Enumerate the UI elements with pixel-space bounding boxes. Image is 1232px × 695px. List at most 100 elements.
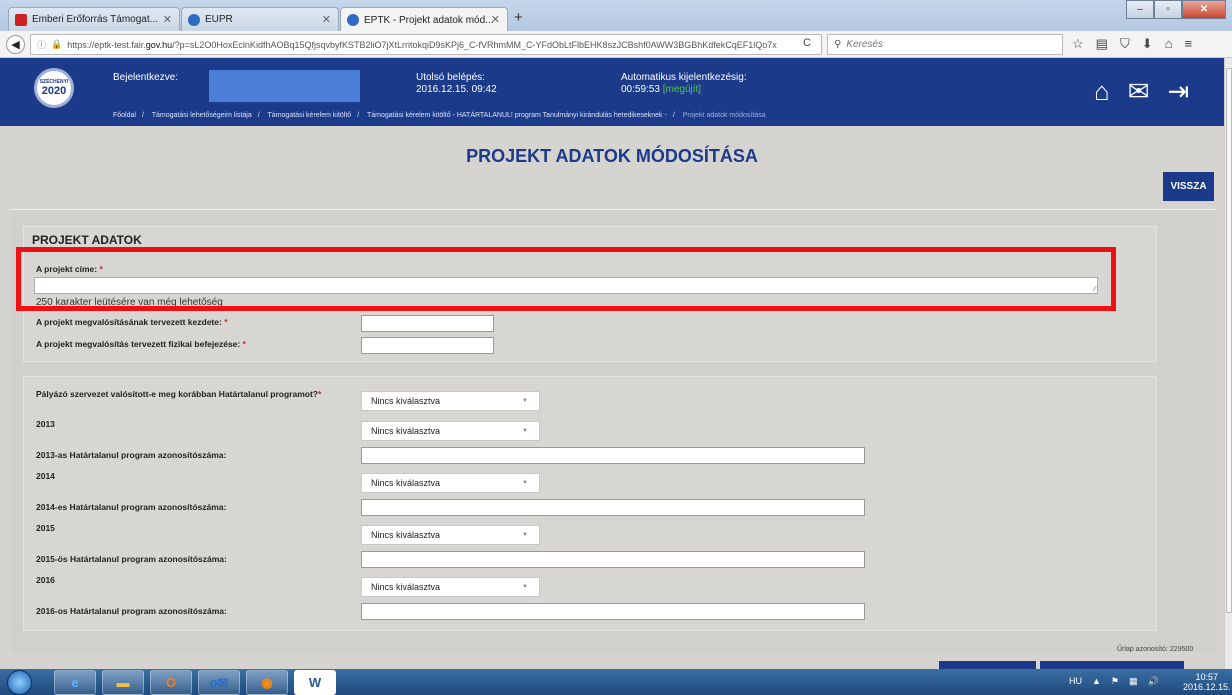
close-tab-icon[interactable]: ✕ <box>491 13 500 26</box>
header-icons: ⌂ ✉ ⇥ <box>1094 78 1189 104</box>
bottom-action-button-2[interactable] <box>1040 661 1184 669</box>
highlight-annotation-box <box>16 247 1116 311</box>
volume-icon[interactable]: 🔊 <box>1148 676 1159 687</box>
location-pin-icon <box>188 13 200 26</box>
search-icon: ⚲ <box>834 39 842 50</box>
year-2016-label: 2016 <box>36 575 55 585</box>
clock-date: 2016.12.15. <box>1183 682 1231 692</box>
user-name-redacted <box>209 70 360 102</box>
page-scrollbar[interactable] <box>1224 58 1232 669</box>
year-2013-select[interactable]: Nincs kiválasztva ▼ <box>361 421 540 441</box>
prev-program-label: Pályázó szervezet valósított-e meg koráb… <box>36 389 322 399</box>
search-placeholder: Keresés <box>846 39 884 50</box>
last-login-label: Utolsó belépés: <box>416 72 485 83</box>
breadcrumb-program[interactable]: Támogatási kérelem kitöltő - HATÁRTALANU… <box>367 112 667 119</box>
outlook-icon[interactable]: O <box>150 670 192 695</box>
dropdown-arrow-icon: ▼ <box>522 428 528 434</box>
year-2015-select[interactable]: Nincs kiválasztva ▼ <box>361 525 540 545</box>
page-title: PROJEKT ADATOK MÓDOSÍTÁSA <box>466 146 758 166</box>
auto-logout-info: Automatikus kijelentkezésig: 00:59:53 [m… <box>621 72 747 96</box>
scrollbar-thumb[interactable] <box>1226 68 1232 613</box>
form-id: Űrlap azonosító: 229500 <box>1117 646 1194 653</box>
reload-icon[interactable]: C <box>803 37 811 49</box>
location-pin-icon <box>347 14 359 26</box>
bottom-action-button[interactable] <box>939 661 1036 669</box>
last-login-value: 2016.12.15. 09:42 <box>416 84 497 95</box>
year-2014-label: 2014 <box>36 471 55 481</box>
tray-expand-icon[interactable]: ▲ <box>1092 676 1101 687</box>
id-2013-input[interactable] <box>361 447 865 464</box>
browser-tab-emberi[interactable]: Emberi Erőforrás Támogat... ✕ <box>8 7 180 31</box>
clock-time: 10:57 <box>1195 672 1219 682</box>
system-clock[interactable]: 10:57 2016.12.15. <box>1183 672 1231 692</box>
back-arrow-icon[interactable]: ◀ <box>6 35 25 54</box>
home-icon[interactable]: ⌂ <box>1165 36 1173 52</box>
internet-explorer-icon[interactable]: e <box>54 670 96 695</box>
last-login-info: Utolsó belépés: 2016.12.15. 09:42 <box>416 72 497 96</box>
browser-search-input[interactable]: ⚲ Keresés <box>827 34 1063 55</box>
start-date-input[interactable] <box>361 315 494 332</box>
year-2014-select[interactable]: Nincs kiválasztva ▼ <box>361 473 540 493</box>
network-icon[interactable]: ▦ <box>1129 676 1138 687</box>
system-tray: HU ▲ ⚑ ▦ 🔊 <box>1069 676 1159 687</box>
id-2015-label: 2015-ös Határtalanul program azonosítósz… <box>36 554 227 564</box>
browser-toolbar-icons: ☆ ▤ ⛉ ⬇ ⌂ ≡ <box>1072 36 1192 52</box>
pocket-icon[interactable]: ⛉ <box>1120 36 1130 52</box>
windows-taskbar: e ▬ O o✉ ◉ W HU ▲ ⚑ ▦ 🔊 10:57 2016.12.15… <box>0 669 1232 695</box>
word-icon[interactable]: W <box>294 670 336 695</box>
mail-icon[interactable]: ✉ <box>1128 78 1150 104</box>
id-2014-label: 2014-es Határtalanul program azonosítósz… <box>36 502 227 512</box>
year-2015-label: 2015 <box>36 523 55 533</box>
new-tab-icon[interactable]: + <box>514 9 523 26</box>
language-indicator[interactable]: HU <box>1069 676 1082 687</box>
prev-program-select[interactable]: Nincs kiválasztva ▼ <box>361 391 540 411</box>
breadcrumb-application-filler[interactable]: Támogatási kérelem kitöltő <box>268 112 352 119</box>
browser-tab-eptk[interactable]: EPTK - Projekt adatok mód... ✕ <box>340 7 508 32</box>
szechenyi-2020-logo[interactable]: SZÉCHENYI 2020 <box>34 68 74 108</box>
id-2013-label: 2013-as Határtalanul program azonosítósz… <box>36 450 227 460</box>
browser-tab-eupr[interactable]: EUPR ✕ <box>181 7 339 31</box>
site-favicon-icon <box>15 13 27 26</box>
back-button[interactable]: VISSZA <box>1163 172 1214 201</box>
dropdown-arrow-icon: ▼ <box>522 532 528 538</box>
firefox-icon[interactable]: ◉ <box>246 670 288 695</box>
logout-icon[interactable]: ⇥ <box>1168 78 1190 104</box>
close-tab-icon[interactable]: ✕ <box>163 13 172 26</box>
breadcrumb-home[interactable]: Főoldal <box>113 112 136 119</box>
download-icon[interactable]: ⬇ <box>1142 36 1153 52</box>
reading-list-icon[interactable]: ▤ <box>1096 36 1108 52</box>
browser-tab-bar: Emberi Erőforrás Támogat... ✕ EUPR ✕ EPT… <box>0 0 1232 32</box>
maximize-icon[interactable]: ▫ <box>1154 0 1182 19</box>
logo-year-text: 2020 <box>41 85 67 97</box>
end-date-input[interactable] <box>361 337 494 354</box>
year-2013-label: 2013 <box>36 419 55 429</box>
breadcrumb: Főoldal / Támogatási lehetőségeim listája… <box>113 112 766 119</box>
close-tab-icon[interactable]: ✕ <box>322 13 331 26</box>
id-2016-input[interactable] <box>361 603 865 620</box>
close-window-icon[interactable]: ✕ <box>1182 0 1226 19</box>
browser-nav-bar: ◀ ⓘ 🔒 https://eptk-test.fair. gov.hu/?p=s… <box>0 31 1232 58</box>
minimize-icon[interactable]: – <box>1126 0 1154 19</box>
breadcrumb-current: Projekt adatok módosítása <box>682 112 766 119</box>
start-date-label: A projekt megvalósításának tervezett kez… <box>36 317 228 327</box>
tab-label: Emberi Erőforrás Támogat... <box>32 14 158 25</box>
url-domain: gov.hu <box>145 39 173 50</box>
bookmark-star-icon[interactable]: ☆ <box>1072 36 1084 52</box>
dropdown-arrow-icon: ▼ <box>522 584 528 590</box>
address-bar[interactable]: ⓘ 🔒 https://eptk-test.fair. gov.hu/?p=sL2… <box>30 34 822 55</box>
id-2014-input[interactable] <box>361 499 865 516</box>
site-header: SZÉCHENYI 2020 Bejelentkezve: Utolsó bel… <box>0 58 1224 126</box>
section-title: PROJEKT ADATOK <box>32 233 142 247</box>
file-explorer-icon[interactable]: ▬ <box>102 670 144 695</box>
home-icon[interactable]: ⌂ <box>1094 78 1110 104</box>
dropdown-arrow-icon: ▼ <box>522 398 528 404</box>
renew-session-link[interactable]: [megújít] <box>663 84 701 95</box>
tab-label: EUPR <box>205 14 233 25</box>
menu-icon[interactable]: ≡ <box>1184 36 1192 52</box>
id-2015-input[interactable] <box>361 551 865 568</box>
flag-icon[interactable]: ⚑ <box>1111 676 1119 687</box>
start-button[interactable] <box>7 670 32 695</box>
breadcrumb-support-list[interactable]: Támogatási lehetőségeim listája <box>152 112 252 119</box>
mail-app-icon[interactable]: o✉ <box>198 670 240 695</box>
year-2016-select[interactable]: Nincs kiválasztva ▼ <box>361 577 540 597</box>
